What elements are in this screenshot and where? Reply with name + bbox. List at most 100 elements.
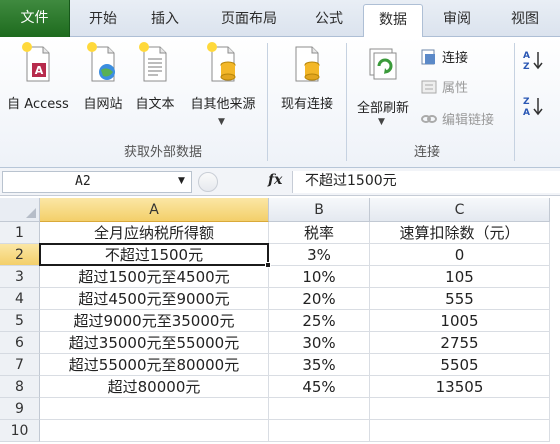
- group-divider: [514, 43, 515, 161]
- connections-label: 连接: [442, 51, 469, 66]
- cell-a2[interactable]: 不超过1500元: [40, 244, 269, 266]
- svg-text:A: A: [523, 51, 530, 61]
- chevron-down-icon[interactable]: ▼: [178, 176, 185, 186]
- cell-c10[interactable]: [370, 420, 550, 442]
- cell-c8[interactable]: 13505: [370, 376, 550, 398]
- from-other-sources-button[interactable]: 自其他来源: [183, 41, 263, 112]
- cell-c1[interactable]: 速算扣除数（元）: [370, 222, 550, 244]
- cell-a8[interactable]: 超过80000元: [40, 376, 269, 398]
- edit-links-button[interactable]: 编辑链接: [420, 109, 494, 129]
- other-sources-icon: [183, 41, 263, 87]
- select-all-corner[interactable]: [0, 198, 40, 222]
- group-label-connections: 连接: [414, 145, 441, 160]
- svg-text:A: A: [523, 108, 530, 117]
- refresh-all-label: 全部刷新: [356, 101, 409, 116]
- properties-icon: [420, 78, 438, 100]
- column-header-c[interactable]: C: [370, 198, 550, 222]
- cell-c2[interactable]: 0: [370, 244, 550, 266]
- from-web-button[interactable]: 自网站: [78, 41, 128, 112]
- sort-descending-icon: Z A: [522, 97, 548, 121]
- link-icon: [420, 113, 438, 129]
- row-header[interactable]: 4: [0, 288, 40, 310]
- tab-insert[interactable]: 插入: [140, 4, 190, 37]
- cell-b1[interactable]: 税率: [269, 222, 370, 244]
- tab-formulas[interactable]: 公式: [304, 4, 354, 37]
- cell-a1[interactable]: 全月应纳税所得额: [40, 222, 269, 244]
- row-header[interactable]: 3: [0, 266, 40, 288]
- row-header[interactable]: 10: [0, 420, 40, 442]
- cell-b2[interactable]: 3%: [269, 244, 370, 266]
- cell-a4[interactable]: 超过4500元至9000元: [40, 288, 269, 310]
- column-header-b[interactable]: B: [269, 198, 370, 222]
- cell-a6[interactable]: 超过35000元至55000元: [40, 332, 269, 354]
- row-header[interactable]: 6: [0, 332, 40, 354]
- tab-review[interactable]: 审阅: [432, 4, 482, 37]
- row-header[interactable]: 5: [0, 310, 40, 332]
- fill-handle[interactable]: [265, 262, 271, 268]
- ribbon-data: A 自 Access 自网站 自文本 自其他来源 ▼ 获取外部数据 现有连接 全…: [0, 37, 560, 168]
- cell-b9[interactable]: [269, 398, 370, 420]
- properties-button[interactable]: 属性: [420, 77, 468, 100]
- formula-input[interactable]: 不超过1500元: [292, 171, 560, 193]
- insert-function-icon[interactable]: fx: [268, 172, 282, 188]
- sort-descending-button[interactable]: Z A: [522, 95, 548, 121]
- from-access-label: 自 Access: [7, 97, 69, 112]
- cell-c5[interactable]: 1005: [370, 310, 550, 332]
- ribbon-tab-bar: 文件 开始 插入 页面布局 公式 数据 审阅 视图: [0, 0, 560, 38]
- name-box[interactable]: A2: [2, 171, 192, 193]
- cell-c9[interactable]: [370, 398, 550, 420]
- cell-b5[interactable]: 25%: [269, 310, 370, 332]
- cell-c4[interactable]: 555: [370, 288, 550, 310]
- formula-bar-expander[interactable]: [198, 172, 218, 192]
- cell-b4[interactable]: 20%: [269, 288, 370, 310]
- tab-home[interactable]: 开始: [78, 4, 128, 37]
- properties-label: 属性: [442, 81, 469, 96]
- tab-view[interactable]: 视图: [500, 4, 550, 37]
- cell-a5[interactable]: 超过9000元至35000元: [40, 310, 269, 332]
- refresh-icon: [350, 45, 416, 91]
- cell-c6[interactable]: 2755: [370, 332, 550, 354]
- cell-a9[interactable]: [40, 398, 269, 420]
- sort-ascending-icon: A Z: [522, 51, 548, 75]
- tab-page-layout[interactable]: 页面布局: [208, 4, 290, 37]
- from-other-sources-label: 自其他来源: [190, 97, 256, 112]
- cell-c3[interactable]: 105: [370, 266, 550, 288]
- svg-text:Z: Z: [523, 97, 530, 107]
- existing-connections-icon: [272, 41, 342, 87]
- svg-text:A: A: [35, 64, 44, 77]
- svg-text:Z: Z: [523, 62, 530, 71]
- refresh-all-button[interactable]: 全部刷新: [350, 45, 416, 116]
- cell-b10[interactable]: [269, 420, 370, 442]
- row-header[interactable]: 2: [0, 244, 40, 266]
- existing-connections-label: 现有连接: [280, 97, 333, 112]
- from-text-button[interactable]: 自文本: [130, 41, 180, 112]
- cell-a10[interactable]: [40, 420, 269, 442]
- from-text-label: 自文本: [135, 97, 175, 112]
- connections-icon: [420, 48, 438, 70]
- cell-b3[interactable]: 10%: [269, 266, 370, 288]
- cell-b7[interactable]: 35%: [269, 354, 370, 376]
- worksheet-grid[interactable]: A B C 1 全月应纳税所得额 税率 速算扣除数（元） 2 不超过1500元 3% 0 3 超过150…: [0, 198, 560, 444]
- formula-bar: A2 ▼ fx 不超过1500元: [0, 168, 560, 196]
- cell-b6[interactable]: 30%: [269, 332, 370, 354]
- from-access-button[interactable]: A 自 Access: [2, 41, 74, 112]
- row-header[interactable]: 9: [0, 398, 40, 420]
- from-web-label: 自网站: [83, 97, 123, 112]
- tab-file[interactable]: 文件: [0, 0, 70, 37]
- text-file-icon: [130, 41, 180, 87]
- chevron-down-icon[interactable]: ▼: [218, 117, 225, 127]
- cell-a3[interactable]: 超过1500元至4500元: [40, 266, 269, 288]
- chevron-down-icon[interactable]: ▼: [378, 117, 385, 127]
- cell-c7[interactable]: 5505: [370, 354, 550, 376]
- web-page-icon: [78, 41, 128, 87]
- sort-ascending-button[interactable]: A Z: [522, 49, 548, 75]
- row-header[interactable]: 7: [0, 354, 40, 376]
- cell-a7[interactable]: 超过55000元至80000元: [40, 354, 269, 376]
- cell-b8[interactable]: 45%: [269, 376, 370, 398]
- existing-connections-button[interactable]: 现有连接: [272, 41, 342, 112]
- connections-button[interactable]: 连接: [420, 47, 468, 70]
- row-header[interactable]: 8: [0, 376, 40, 398]
- column-header-a[interactable]: A: [40, 198, 269, 222]
- tab-data[interactable]: 数据: [363, 4, 423, 38]
- row-header[interactable]: 1: [0, 222, 40, 244]
